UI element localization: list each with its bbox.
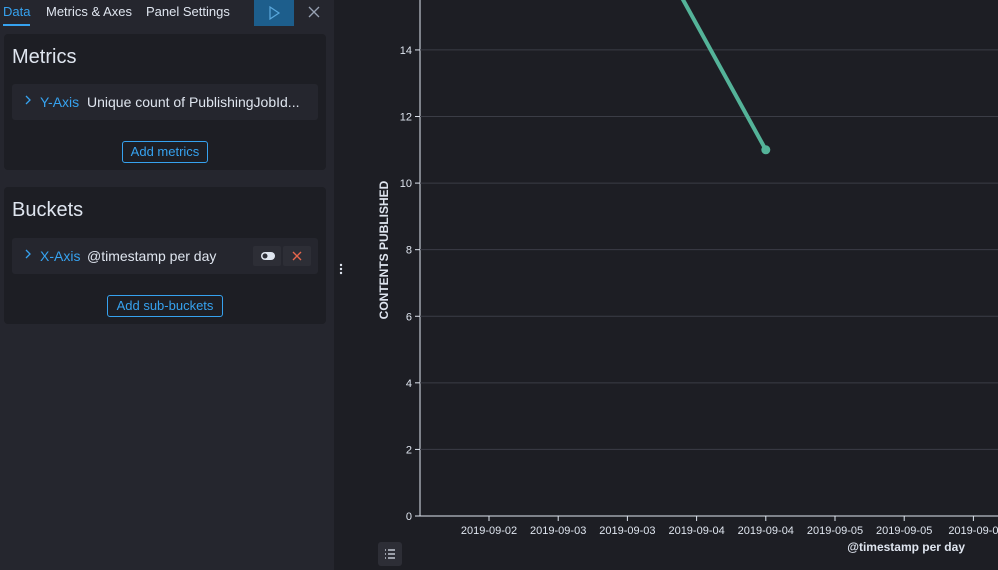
metrics-panel: Metrics Y-Axis Unique count of Publishin…	[4, 34, 326, 170]
x-tick-label: 2019-09-03	[530, 525, 586, 537]
buckets-title: Buckets	[12, 199, 84, 221]
update-button[interactable]	[254, 0, 294, 26]
x-tick-label: 2019-09-05	[876, 525, 932, 537]
y-tick-label: 12	[400, 112, 412, 124]
y-tick-label: 14	[400, 45, 412, 57]
tab-data[interactable]: Data	[3, 0, 31, 26]
bucket-description: @timestamp per day	[87, 248, 217, 264]
x-tick-label: 2019-09-02	[461, 525, 517, 537]
x-tick-label: 2019-09-04	[668, 525, 724, 537]
close-button[interactable]	[302, 0, 326, 24]
bucket-axis-label: X-Axis	[40, 248, 81, 264]
legend-toggle-button[interactable]	[378, 542, 402, 566]
y-axis-title: CONTENTS PUBLISHED	[377, 180, 391, 319]
x-axis-title: @timestamp per day	[847, 540, 965, 554]
y-tick-label: 2	[406, 444, 412, 456]
y-tick-label: 4	[406, 378, 412, 390]
metrics-title: Metrics	[12, 46, 77, 68]
add-sub-buckets-button[interactable]: Add sub-buckets	[107, 295, 223, 317]
cross-icon[interactable]	[283, 246, 311, 266]
bucket-x-axis-row[interactable]: X-Axis @timestamp per day	[12, 238, 318, 274]
toggle-icon[interactable]	[253, 246, 281, 266]
close-icon	[308, 6, 320, 18]
chevron-right-icon[interactable]	[24, 94, 32, 106]
y-tick-label: 0	[406, 511, 412, 523]
y-tick-label: 6	[406, 311, 412, 323]
list-icon	[385, 549, 395, 559]
panel-resizer[interactable]	[334, 0, 370, 570]
metric-y-axis-row[interactable]: Y-Axis Unique count of PublishingJobId..…	[12, 84, 318, 120]
editor-tabs: Data Metrics & Axes Panel Settings	[0, 0, 334, 26]
vertical-dots-icon[interactable]	[338, 262, 344, 276]
play-icon	[269, 6, 281, 20]
data-point[interactable]	[761, 145, 771, 155]
chart-area: 0 2 4 6 8 10 12 14 2019-09-02 2019-09-03 2019-09-…	[370, 0, 998, 570]
buckets-panel: Buckets X-Axis @timestamp per day Add su…	[4, 187, 326, 324]
metric-axis-label: Y-Axis	[40, 94, 80, 110]
y-tick-label: 10	[400, 178, 412, 190]
editor-sidebar: Data Metrics & Axes Panel Settings Metri…	[0, 0, 334, 570]
tab-metrics-axes[interactable]: Metrics & Axes	[46, 0, 132, 24]
x-tick-label: 2019-09-0	[948, 525, 998, 537]
line-chart: 0 2 4 6 8 10 12 14 2019-09-02 2019-09-03 2019-09-…	[377, 0, 998, 554]
series-line	[680, 0, 768, 152]
x-tick-label: 2019-09-04	[738, 525, 794, 537]
add-metrics-button[interactable]: Add metrics	[122, 141, 208, 163]
y-tick-label: 8	[406, 245, 412, 257]
x-tick-label: 2019-09-03	[599, 525, 655, 537]
metric-description: Unique count of PublishingJobId...	[87, 94, 300, 110]
x-tick-label: 2019-09-05	[807, 525, 863, 537]
chevron-right-icon[interactable]	[24, 248, 32, 260]
tab-panel-settings[interactable]: Panel Settings	[146, 0, 230, 24]
